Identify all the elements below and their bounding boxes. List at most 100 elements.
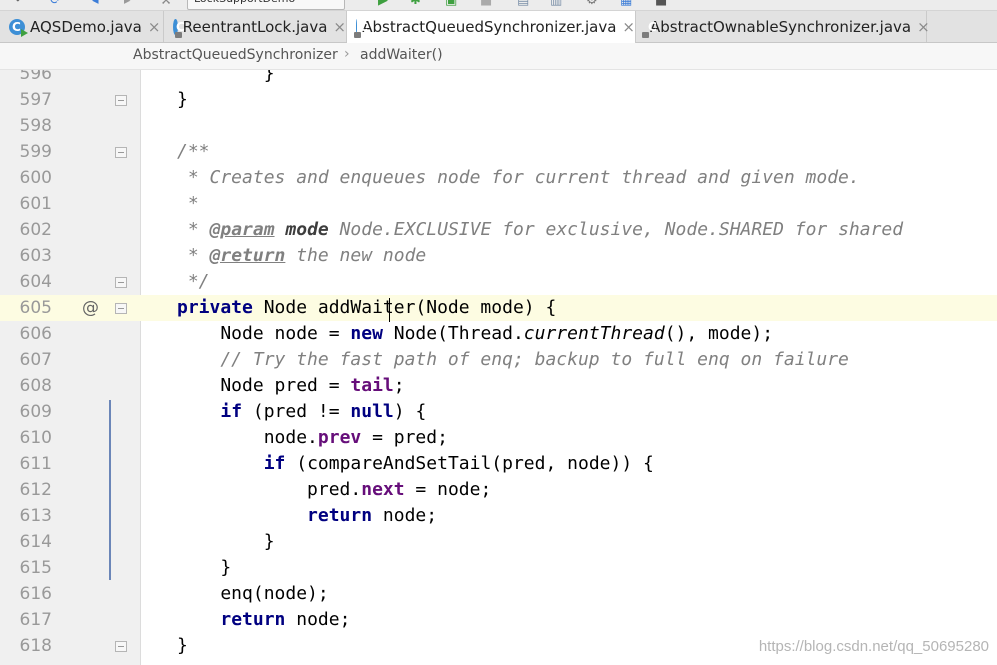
code-line: 611 if (compareAndSetTail(pred, node)) { <box>0 451 997 477</box>
code-line: 598 <box>0 113 997 139</box>
code-line: 601 * <box>0 191 997 217</box>
code-text: } <box>177 635 188 656</box>
tab-aqsdemo[interactable]: AQSDemo.java × <box>0 11 164 42</box>
build-icon[interactable]: ⚒ <box>160 0 172 8</box>
line-number: 612 <box>19 480 52 500</box>
tab-label: AbstractQueuedSynchronizer.java <box>362 18 617 36</box>
tab-reentrantlock[interactable]: ReentrantLock.java × <box>164 11 347 42</box>
code-text: enq(node); <box>177 583 329 604</box>
breadcrumb: AbstractQueuedSynchronizer › addWaiter() <box>0 43 997 70</box>
code-text: } <box>177 557 232 578</box>
line-number: 613 <box>19 506 52 526</box>
code-text: * @return the new node <box>177 245 427 266</box>
close-icon[interactable]: × <box>917 18 930 36</box>
debug-icon[interactable]: ✱ <box>410 0 421 8</box>
code-text: * <box>177 193 199 214</box>
line-number: 600 <box>19 168 52 188</box>
code-line: 603 * @return the new node <box>0 243 997 269</box>
code-line: 615 } <box>0 555 997 581</box>
code-line: 614 } <box>0 529 997 555</box>
tab-label: ReentrantLock.java <box>182 17 328 36</box>
redo-icon[interactable]: ↷ <box>10 0 21 8</box>
settings-icon[interactable]: ⚙ <box>586 0 598 8</box>
code-line: 612 pred.next = node; <box>0 477 997 503</box>
close-icon[interactable]: × <box>333 18 346 36</box>
tab-label: AbstractOwnableSynchronizer.java <box>650 17 912 36</box>
text-caret <box>389 298 390 322</box>
code-line: 600 * Creates and enqueues node for curr… <box>0 165 997 191</box>
code-text: } <box>177 531 275 552</box>
class-icon <box>173 18 184 38</box>
breadcrumb-separator: › <box>344 46 350 62</box>
breadcrumb-class[interactable]: AbstractQueuedSynchronizer <box>133 47 338 63</box>
code-line: 604 */ <box>0 269 997 295</box>
override-marker-icon[interactable]: @ <box>82 295 99 321</box>
line-number: 617 <box>19 610 52 630</box>
run-config-selector[interactable]: LockSupportDemo <box>187 0 345 10</box>
code-text: return node; <box>220 609 351 630</box>
code-text: Node pred = tail; <box>177 375 405 396</box>
vcs-change-marker[interactable] <box>109 400 111 580</box>
close-icon[interactable]: × <box>148 18 161 36</box>
fold-start-icon[interactable] <box>115 303 127 314</box>
code-line: 616 enq(node); <box>0 581 997 607</box>
code-text: */ <box>177 271 210 292</box>
refresh-icon[interactable]: ⟳ <box>50 0 61 8</box>
main-toolbar: ↷ ⟳ ◂ ▸ ⚒ LockSupportDemo ▶ ✱ ▣ ■ ▤ ▥ ⚙ … <box>0 0 997 11</box>
line-number: 614 <box>19 532 52 552</box>
code-line: 607 // Try the fast path of enq; backup … <box>0 347 997 373</box>
code-line: 617 return node; <box>0 607 997 633</box>
search-everywhere-icon[interactable]: ■ <box>655 0 667 8</box>
forward-icon[interactable]: ▸ <box>124 0 131 8</box>
line-number: 618 <box>19 636 52 656</box>
code-editor[interactable]: 596 } 597 } 598 599 /** 600 * Creates an… <box>0 70 997 665</box>
sdk-icon[interactable]: ▥ <box>550 0 562 8</box>
code-text: } <box>177 70 275 84</box>
coverage-icon[interactable]: ▣ <box>445 0 457 8</box>
code-line: 606 Node node = new Node(Thread.currentT… <box>0 321 997 347</box>
code-text: node.prev = pred; <box>177 427 448 448</box>
fold-end-icon[interactable] <box>115 641 127 652</box>
code-line: 597 } <box>0 87 997 113</box>
fold-start-icon[interactable] <box>115 147 127 158</box>
line-number: 605 <box>19 298 52 318</box>
code-text: * Creates and enqueues node for current … <box>177 167 860 188</box>
code-text: private Node addWaiter(Node mode) { <box>177 297 557 318</box>
code-text: // Try the fast path of enq; backup to f… <box>177 349 849 370</box>
code-line: 599 /** <box>0 139 997 165</box>
run-icon[interactable]: ▶ <box>378 0 388 8</box>
breadcrumb-method[interactable]: addWaiter() <box>360 47 443 63</box>
watermark: https://blog.csdn.net/qq_50695280 <box>758 638 989 655</box>
code-text: * @param mode Node.EXCLUSIVE for exclusi… <box>177 219 904 240</box>
line-number: 602 <box>19 220 52 240</box>
code-line: 596 } <box>0 70 997 87</box>
structure-icon[interactable]: ▦ <box>620 0 632 8</box>
editor-tab-bar: AQSDemo.java × ReentrantLock.java × Abst… <box>0 11 997 43</box>
code-line: 613 return node; <box>0 503 997 529</box>
line-number: 615 <box>19 558 52 578</box>
tab-abstractqueuedsynchronizer[interactable]: AbstractQueuedSynchronizer.java × <box>347 11 636 43</box>
line-number: 597 <box>19 90 52 110</box>
line-number: 610 <box>19 428 52 448</box>
stop-icon[interactable]: ■ <box>480 0 492 8</box>
code-text: /** <box>177 141 210 162</box>
close-icon[interactable]: × <box>622 18 635 36</box>
fold-end-icon[interactable] <box>115 277 127 288</box>
project-structure-icon[interactable]: ▤ <box>517 0 529 8</box>
line-number: 608 <box>19 376 52 396</box>
fold-end-icon[interactable] <box>115 95 127 106</box>
class-icon <box>354 19 370 38</box>
line-number: 616 <box>19 584 52 604</box>
code-line: 609 if (pred != null) { <box>0 399 997 425</box>
code-text: pred.next = node; <box>177 479 492 500</box>
line-number: 604 <box>19 272 52 292</box>
back-icon[interactable]: ◂ <box>92 0 99 8</box>
line-number: 603 <box>19 246 52 266</box>
line-number: 599 <box>19 142 52 162</box>
line-number: 596 <box>19 70 52 84</box>
tab-label: AQSDemo.java <box>30 17 142 36</box>
line-number: 598 <box>19 116 52 136</box>
code-text: return node; <box>307 505 438 526</box>
code-text: if (pred != null) { <box>220 401 427 422</box>
tab-abstractownablesynchronizer[interactable]: AbstractOwnableSynchronizer.java × <box>636 11 930 42</box>
